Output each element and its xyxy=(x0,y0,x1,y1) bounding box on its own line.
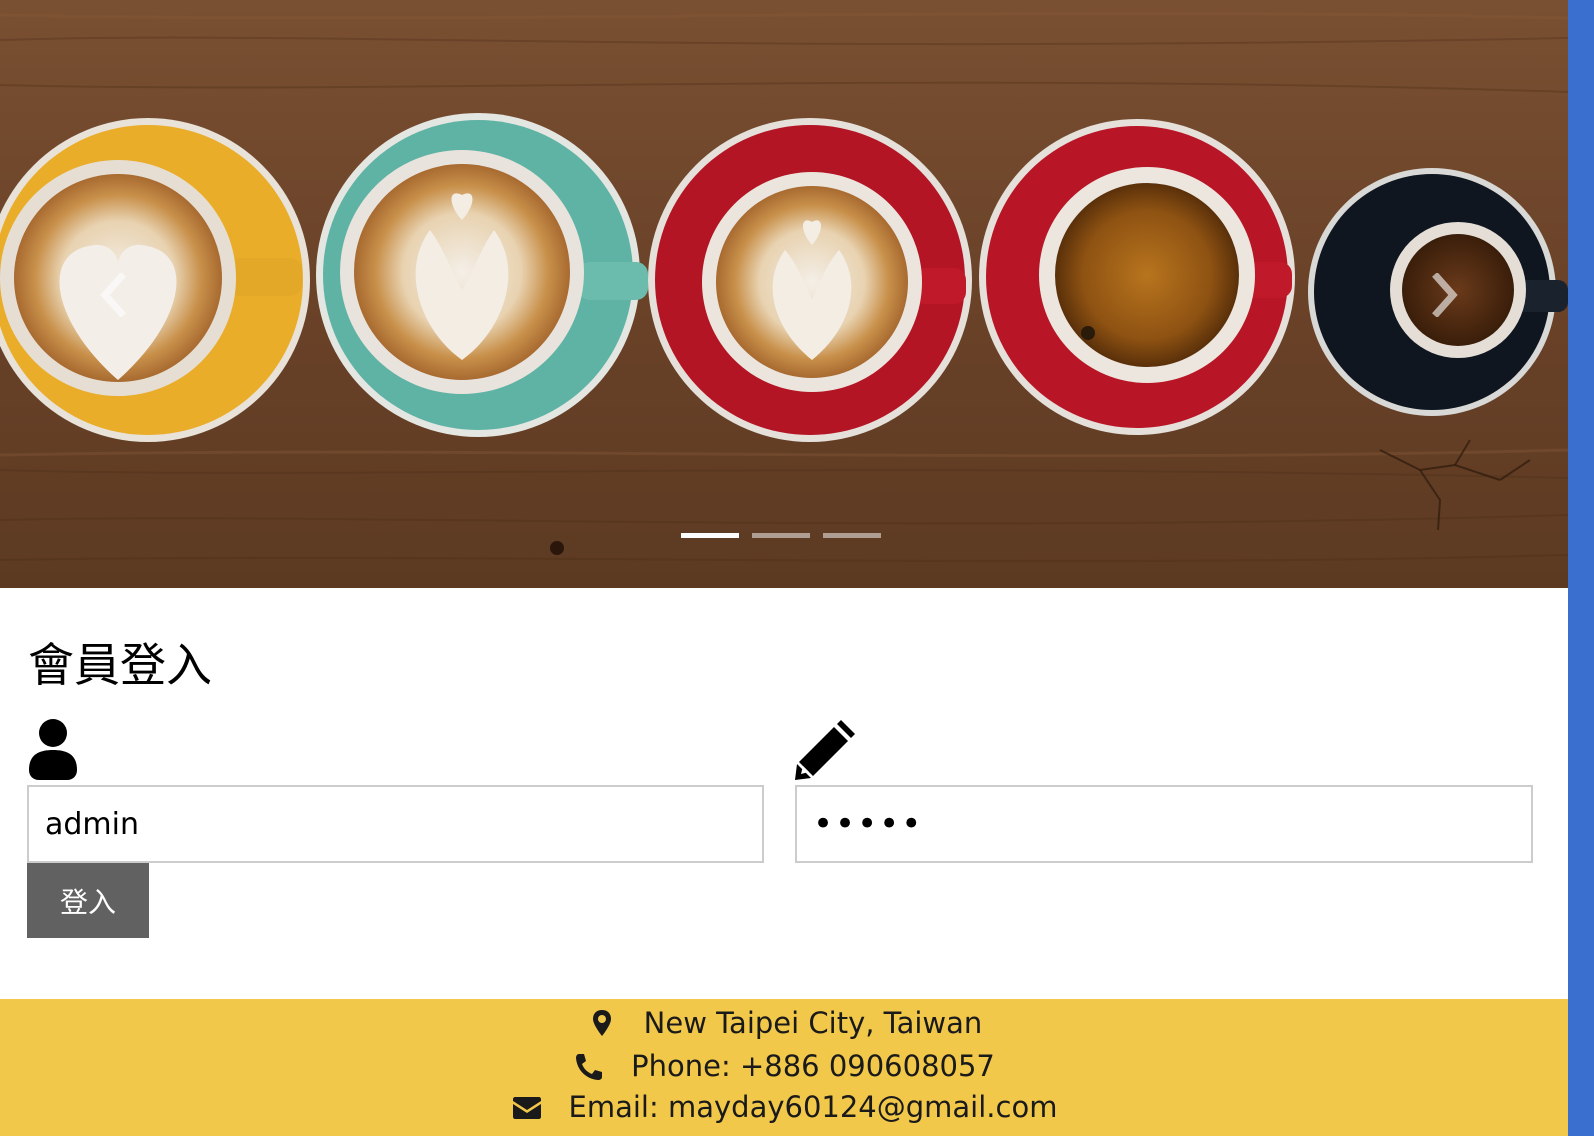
footer-email-link[interactable]: Email: mayday60124@gmail.com xyxy=(569,1090,1058,1124)
envelope-icon xyxy=(511,1092,543,1122)
carousel-image xyxy=(0,0,1568,588)
footer-email: Email: mayday60124@gmail.com xyxy=(0,1085,1568,1129)
footer-location-text: New Taipei City, Taiwan xyxy=(643,1006,983,1040)
carousel-next-button[interactable] xyxy=(1396,240,1496,350)
carousel-indicator-1[interactable] xyxy=(681,533,739,538)
footer-location: New Taipei City, Taiwan xyxy=(0,1001,1568,1045)
carousel-indicators xyxy=(681,533,881,538)
carousel-indicator-3[interactable] xyxy=(823,533,881,538)
pencil-icon xyxy=(795,718,857,782)
carousel-prev-button[interactable] xyxy=(62,240,162,350)
carousel-indicator-2[interactable] xyxy=(752,533,810,538)
username-input[interactable] xyxy=(27,785,764,863)
password-input[interactable] xyxy=(795,785,1533,863)
hero-carousel xyxy=(0,0,1568,588)
phone-icon xyxy=(573,1051,605,1081)
chevron-right-icon xyxy=(1432,273,1458,317)
chevron-left-icon xyxy=(100,273,126,317)
main-column: 會員登入 登入 xyxy=(0,0,1568,1136)
login-button[interactable]: 登入 xyxy=(27,863,149,938)
user-icon xyxy=(27,718,79,782)
map-marker-icon xyxy=(586,1008,618,1038)
footer-phone-text: Phone: +886 090608057 xyxy=(631,1049,995,1083)
footer-phone: Phone: +886 090608057 xyxy=(0,1044,1568,1088)
footer: New Taipei City, Taiwan Phone: +886 0906… xyxy=(0,999,1568,1136)
login-title: 會員登入 xyxy=(28,638,212,692)
window-edge xyxy=(1568,0,1594,1136)
page: 會員登入 登入 xyxy=(0,0,1594,1136)
